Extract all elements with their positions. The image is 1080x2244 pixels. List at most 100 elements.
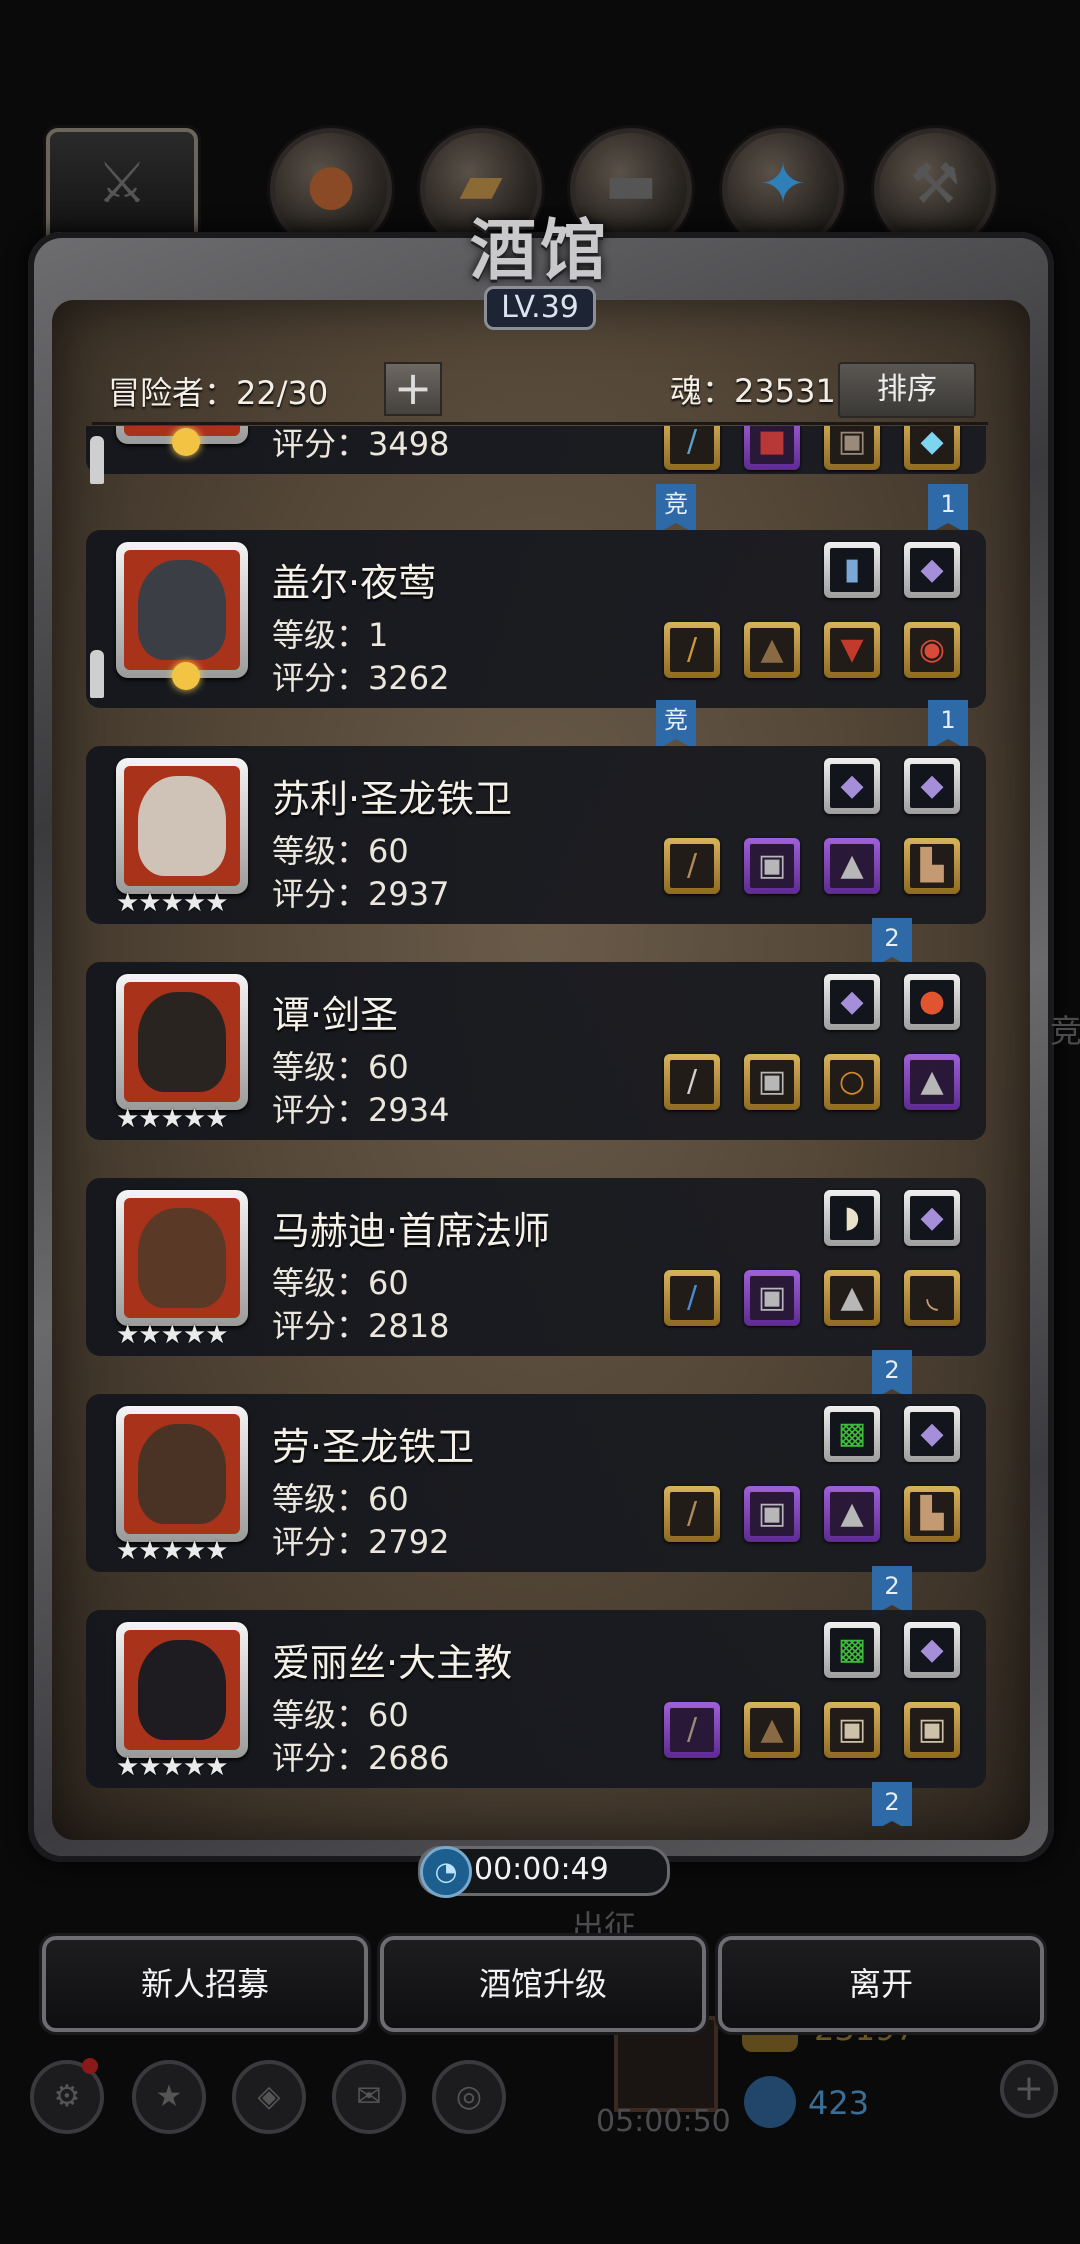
leave-button[interactable]: 离开 [718, 1936, 1044, 2032]
map-dock-icon[interactable]: ◎ [432, 2060, 506, 2134]
refresh-timer-text: 00:00:49 [474, 1852, 609, 1887]
add-slot-button[interactable]: + [384, 362, 442, 416]
hero-level: 等级：1 [272, 616, 389, 654]
header-divider [92, 422, 988, 425]
gear-slot-helmet[interactable]: ▣ [824, 1702, 880, 1758]
notification-dot [82, 2058, 98, 2074]
mail-dock-icon[interactable]: ✉ [332, 2060, 406, 2134]
hero-stars: ★★★★★ [116, 1104, 229, 1134]
background-side-text: 竞 [1050, 1012, 1080, 1050]
rank-tag: 2 [872, 1782, 912, 1826]
gear-slot-armor[interactable]: ▣ [744, 838, 800, 894]
hero-card[interactable]: ★★★★★ 马赫迪·首席法师 等级：60 评分：2818 ◗ ◆ / ▣ ▲ ◟ [86, 1178, 986, 1356]
hero-score: 评分：2792 [272, 1523, 450, 1561]
hero-name: 苏利·圣龙铁卫 [272, 777, 513, 821]
sort-button[interactable]: 排序 [838, 362, 976, 418]
hero-name: 盖尔·夜莺 [272, 561, 437, 605]
skill-slot[interactable]: ▩ [824, 1622, 880, 1678]
hero-portrait [116, 758, 248, 894]
gear-slot-weapon[interactable]: / [664, 838, 720, 894]
hero-card[interactable]: ★★★★★ 爱丽丝·大主教 等级：60 评分：2686 ▩ ◆ / ▲ ▣ ▣ [86, 1610, 986, 1788]
tavern-upgrade-button[interactable]: 酒馆升级 [380, 1936, 706, 2032]
rank-tag: 2 [872, 1350, 912, 1400]
skill-slot[interactable]: ◆ [824, 974, 880, 1030]
hero-name: 劳·圣龙铁卫 [272, 1425, 475, 1469]
hero-name: 马赫迪·首席法师 [272, 1209, 551, 1253]
gear-slot-helmet[interactable]: ▣ [824, 426, 880, 470]
recruit-button[interactable]: 新人招募 [42, 1936, 368, 2032]
gear-slot-armor[interactable]: ▲ [744, 622, 800, 678]
hero-stars: ★★★★★ [116, 888, 229, 918]
scroll-icon: ▩ [837, 1416, 867, 1451]
crystal-icon: ◆ [920, 768, 944, 803]
gear-slot-ring[interactable]: ◉ [904, 622, 960, 678]
gear-slot-helmet[interactable]: ▲ [824, 1486, 880, 1542]
skill-slot[interactable]: ◗ [824, 1190, 880, 1246]
tavern-level-badge: LV.39 [484, 286, 596, 330]
gear-slot-armor[interactable]: ▣ [744, 1270, 800, 1326]
gear-slot-weapon[interactable]: / [664, 622, 720, 678]
scroll-icon: ▩ [837, 1632, 867, 1667]
gear-slot-boots[interactable]: ▙ [904, 838, 960, 894]
skill-slot[interactable]: ◆ [904, 542, 960, 598]
plus-dock-icon[interactable]: + [1000, 2060, 1058, 2118]
gear-slot-boots[interactable]: ▙ [904, 1486, 960, 1542]
skill-slot[interactable]: ▮ [824, 542, 880, 598]
skill-slot[interactable]: ◆ [824, 758, 880, 814]
gem-icon [744, 2076, 796, 2128]
hero-name: 谭·剑圣 [272, 993, 399, 1037]
hero-stars: ★★★★★ [116, 1320, 229, 1350]
crystal-icon: ◆ [920, 1200, 944, 1235]
gear-slot-weapon[interactable]: / [664, 1486, 720, 1542]
gear-slot-weapon[interactable]: / [664, 1054, 720, 1110]
hero-card[interactable]: ★★★★★ 苏利·圣龙铁卫 等级：60 评分：2937 ◆ ◆ / ▣ ▲ ▙ [86, 746, 986, 924]
gear-slot-necklace[interactable]: ◟ [904, 1270, 960, 1326]
crystal-icon: ◆ [920, 1416, 944, 1451]
hero-score: 评分：2686 [272, 1739, 450, 1777]
hero-level: 等级：60 [272, 1696, 409, 1734]
skill-slot[interactable]: ◆ [904, 1406, 960, 1462]
moon-icon [172, 428, 200, 456]
skill-slot[interactable]: ● [904, 974, 960, 1030]
hero-portrait [116, 974, 248, 1110]
gear-slot-helmet[interactable]: ▼ [824, 622, 880, 678]
achievement-dock-icon[interactable]: ★ [132, 2060, 206, 2134]
gear-slot-helmet[interactable]: ▲ [824, 1270, 880, 1326]
gear-slot-armor[interactable]: ■ [744, 426, 800, 470]
crystal-icon: ◆ [840, 768, 864, 803]
gear-slot-weapon[interactable]: / [664, 1270, 720, 1326]
hero-score: 评分：2818 [272, 1307, 450, 1345]
gear-slot-weapon[interactable]: / [664, 1702, 720, 1758]
gear-slot-weapon[interactable]: / [664, 426, 720, 470]
gear-slot-helmet[interactable]: ▲ [824, 838, 880, 894]
gear-slot-armor[interactable]: ▣ [744, 1054, 800, 1110]
gear-slot-armor[interactable]: ▲ [744, 1702, 800, 1758]
rank-tag: 1 [928, 484, 968, 534]
hero-list[interactable]: 评分：3498 / ■ ▣ ◆ 竞 1 盖尔·夜莺 等级：1 评分：3262 ▮… [86, 426, 996, 1826]
hero-card[interactable]: ★★★★★ 劳·圣龙铁卫 等级：60 评分：2792 ▩ ◆ / ▣ ▲ ▙ [86, 1394, 986, 1572]
skill-slot[interactable]: ▩ [824, 1406, 880, 1462]
hero-card[interactable]: 盖尔·夜莺 等级：1 评分：3262 ▮ ◆ / ▲ ▼ ◉ [86, 530, 986, 708]
hero-portrait [116, 1406, 248, 1542]
gem-icon: ● [918, 984, 946, 1019]
gear-slot-helmet[interactable]: ▲ [904, 1054, 960, 1110]
guild-dock-icon[interactable]: ◈ [232, 2060, 306, 2134]
gear-slot-armor[interactable]: ▣ [744, 1486, 800, 1542]
gear-slot-gem[interactable]: ◆ [904, 426, 960, 470]
hero-score: 评分：3498 [272, 426, 450, 463]
hero-tab-icon[interactable]: ⚔ [46, 128, 198, 246]
crystal-icon: ◆ [920, 1632, 944, 1667]
plus-icon: + [393, 361, 433, 415]
rank-tag: 2 [872, 1566, 912, 1616]
skill-slot[interactable]: ◆ [904, 1622, 960, 1678]
gear-slot-ring[interactable]: ○ [824, 1054, 880, 1110]
arena-tag: 竞 [656, 484, 696, 534]
gem-value: 423 [808, 2084, 870, 2122]
clock-icon: ◔ [420, 1846, 472, 1898]
soul-count: 魂：23531 [670, 372, 836, 410]
hero-card[interactable]: ★★★★★ 谭·剑圣 等级：60 评分：2934 ◆ ● / ▣ ○ ▲ [86, 962, 986, 1140]
hero-card[interactable]: 评分：3498 / ■ ▣ ◆ [86, 426, 986, 474]
skill-slot[interactable]: ◆ [904, 758, 960, 814]
gear-slot-gloves[interactable]: ▣ [904, 1702, 960, 1758]
skill-slot[interactable]: ◆ [904, 1190, 960, 1246]
